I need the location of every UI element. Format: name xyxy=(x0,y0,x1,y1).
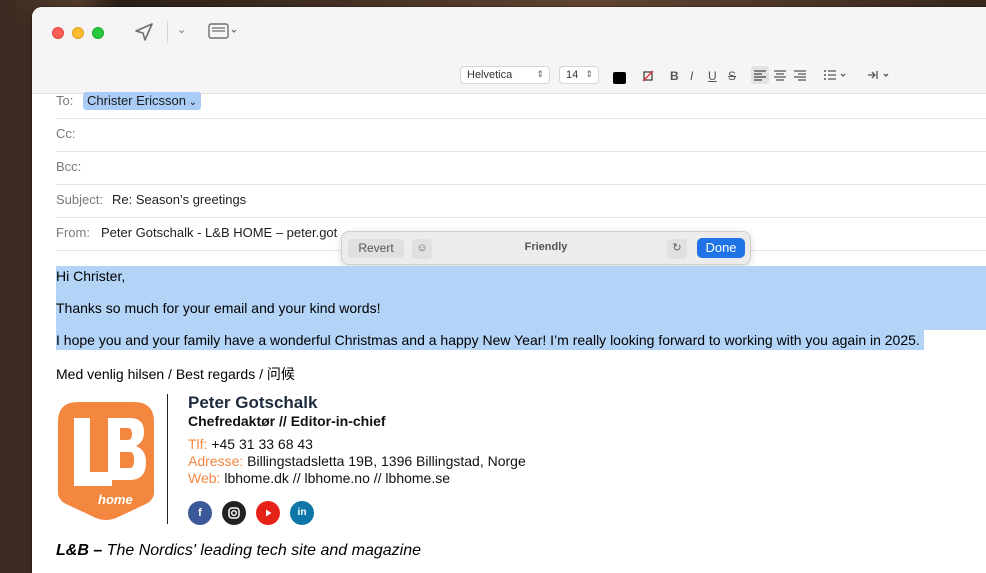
align-left-icon xyxy=(754,70,766,81)
logo-text: home xyxy=(98,492,133,507)
facebook-icon[interactable]: f xyxy=(188,501,212,525)
bold-button[interactable]: B xyxy=(670,69,679,83)
subject-label: Subject: xyxy=(56,192,103,207)
align-right-icon xyxy=(794,70,806,81)
underline-button[interactable]: U xyxy=(708,69,717,83)
send-icon[interactable] xyxy=(134,22,154,47)
font-size-select[interactable]: 14 ⇕ xyxy=(559,66,599,84)
subject-input[interactable]: Re: Season’s greetings xyxy=(112,185,246,215)
address-value: Billingstadsletta 19B, 1396 Billingstad,… xyxy=(247,453,526,469)
tone-label: Friendly xyxy=(524,241,568,253)
font-select[interactable]: Helvetica ⇕ xyxy=(460,66,550,84)
font-select-value: Helvetica xyxy=(467,69,513,81)
linkedin-icon[interactable]: in xyxy=(290,501,314,525)
chevron-down-icon[interactable]: ⌄ xyxy=(177,23,186,36)
signature-name: Peter Gotschalk xyxy=(188,393,318,412)
highlight-color-icon[interactable] xyxy=(641,69,655,86)
lb-home-logo: home xyxy=(56,400,156,520)
strikethrough-button[interactable]: S xyxy=(728,69,736,83)
web-value[interactable]: lbhome.dk // lbhome.no // lbhome.se xyxy=(224,470,450,486)
from-label: From: xyxy=(56,225,90,240)
to-row: To: Christer Ericsson ⌄ xyxy=(56,86,986,119)
selection-highlight xyxy=(56,266,986,330)
bcc-row[interactable]: Bcc: xyxy=(56,152,986,185)
tagline-brand: L&B – xyxy=(56,542,103,559)
message-paragraph-2: I hope you and your family have a wonder… xyxy=(56,332,920,348)
list-button[interactable] xyxy=(822,67,850,88)
address-label: Adresse: xyxy=(188,453,244,469)
align-left-button[interactable] xyxy=(751,66,769,84)
signature-phone-line: Tlf: +45 31 33 68 43 xyxy=(188,436,313,452)
tagline-text: The Nordics' leading tech site and magaz… xyxy=(102,542,422,559)
header-fields-icon[interactable] xyxy=(208,22,238,45)
minimize-button[interactable] xyxy=(72,27,84,39)
close-button[interactable] xyxy=(52,27,64,39)
signature-divider xyxy=(167,394,168,524)
cc-row[interactable]: Cc: xyxy=(56,119,986,152)
indent-icon xyxy=(868,71,889,79)
chevron-up-down-icon: ⇕ xyxy=(536,69,544,79)
signature-web-line: Web: lbhome.dk // lbhome.no // lbhome.se xyxy=(188,470,450,486)
rewrite-popup: Revert ☺ Friendly ↻ Done xyxy=(341,231,751,265)
align-center-icon xyxy=(774,70,786,81)
mail-compose-window: ⌄ Helvetica ⇕ 14 ⇕ B I U S To: Christer … xyxy=(32,7,986,573)
message-signoff: Med venlig hilsen / Best regards / 问候 xyxy=(56,366,295,382)
youtube-icon[interactable] xyxy=(256,501,280,525)
indent-button[interactable] xyxy=(866,67,894,88)
text-color-swatch[interactable] xyxy=(613,72,626,84)
chevron-down-icon: ⌄ xyxy=(185,97,198,108)
bcc-label: Bcc: xyxy=(56,159,82,174)
cc-label: Cc: xyxy=(56,126,76,141)
font-size-value: 14 xyxy=(566,69,579,81)
zoom-button[interactable] xyxy=(92,27,104,39)
recipient-name: Christer Ericsson xyxy=(87,93,186,108)
message-paragraph-1: Thanks so much for your email and your k… xyxy=(56,300,381,316)
subject-row[interactable]: Subject: Re: Season’s greetings xyxy=(56,185,986,218)
done-button[interactable]: Done xyxy=(697,238,745,258)
web-label: Web: xyxy=(188,470,221,486)
message-greeting: Hi Christer, xyxy=(56,268,126,284)
from-select[interactable]: Peter Gotschalk - L&B HOME – peter.got xyxy=(101,218,337,248)
phone-label: Tlf: xyxy=(188,436,208,452)
chevron-up-down-icon: ⇕ xyxy=(585,69,593,79)
toolbar-divider xyxy=(167,21,168,43)
recipient-chip[interactable]: Christer Ericsson ⌄ xyxy=(83,92,202,110)
list-icon xyxy=(824,70,846,80)
rewrite-icon[interactable]: ↻ xyxy=(667,239,687,259)
italic-button[interactable]: I xyxy=(690,69,693,83)
to-label: To: xyxy=(56,93,74,108)
signature-address-line: Adresse: Billingstadsletta 19B, 1396 Bil… xyxy=(188,453,526,469)
phone-value: +45 31 33 68 43 xyxy=(211,436,313,452)
signature-role: Chefredaktør // Editor-in-chief xyxy=(188,413,386,429)
signature-tagline: L&B – The Nordics' leading tech site and… xyxy=(56,542,421,560)
titlebar: ⌄ xyxy=(32,7,986,60)
instagram-icon[interactable] xyxy=(222,501,246,525)
